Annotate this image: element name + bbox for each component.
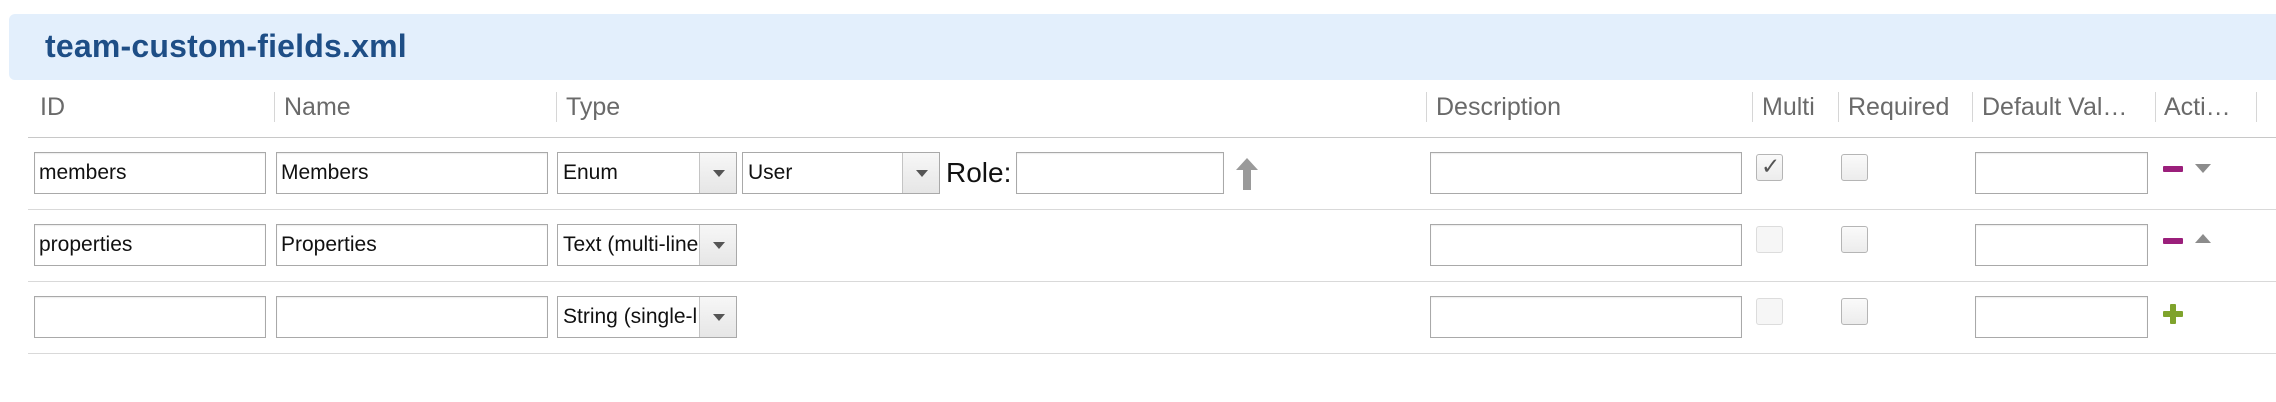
triangle-up-icon[interactable] bbox=[2195, 234, 2211, 243]
chevron-down-icon bbox=[902, 153, 939, 193]
role-input[interactable] bbox=[1016, 152, 1224, 194]
field-subtype-select[interactable]: User bbox=[742, 152, 940, 194]
chevron-down-icon bbox=[699, 153, 736, 193]
required-checkbox[interactable] bbox=[1841, 226, 1868, 253]
field-name-input[interactable]: Members bbox=[276, 152, 548, 194]
description-input[interactable] bbox=[1430, 296, 1742, 338]
field-type-value: Text (multi-line) bbox=[563, 233, 698, 256]
column-header-multi[interactable]: Multi bbox=[1762, 92, 1836, 122]
default-value-input[interactable] bbox=[1975, 224, 2148, 266]
multi-checkbox[interactable] bbox=[1756, 298, 1783, 325]
column-header-id[interactable]: ID bbox=[40, 92, 270, 122]
field-name-input[interactable]: Properties bbox=[276, 224, 548, 266]
minus-icon[interactable] bbox=[2163, 166, 2183, 172]
required-checkbox[interactable] bbox=[1841, 298, 1868, 325]
column-divider[interactable] bbox=[274, 92, 275, 122]
role-label: Role: bbox=[946, 157, 1012, 188]
description-input[interactable] bbox=[1430, 224, 1742, 266]
file-header: team-custom-fields.xml bbox=[9, 14, 2276, 80]
row-divider bbox=[28, 209, 2276, 210]
field-id-input[interactable]: members bbox=[34, 152, 266, 194]
column-header-type[interactable]: Type bbox=[566, 92, 1416, 122]
field-id-input[interactable]: properties bbox=[34, 224, 266, 266]
field-type-value: String (single-line) bbox=[563, 305, 698, 328]
column-header-default-value[interactable]: Default Val… bbox=[1982, 92, 2150, 122]
field-subtype-value: User bbox=[748, 161, 793, 184]
chevron-down-icon bbox=[699, 225, 736, 265]
checkmark-icon: ✓ bbox=[1761, 153, 1781, 179]
row-divider bbox=[28, 353, 2276, 354]
plus-icon[interactable] bbox=[2163, 304, 2183, 324]
column-divider[interactable] bbox=[556, 92, 557, 122]
column-header-description[interactable]: Description bbox=[1436, 92, 1746, 122]
column-divider[interactable] bbox=[1752, 92, 1753, 122]
column-divider[interactable] bbox=[2155, 92, 2156, 122]
minus-icon[interactable] bbox=[2163, 238, 2183, 244]
field-type-value: Enum bbox=[563, 161, 618, 184]
column-header-required[interactable]: Required bbox=[1848, 92, 1972, 122]
field-type-select[interactable]: String (single-line) bbox=[557, 296, 737, 338]
file-title: team-custom-fields.xml bbox=[45, 28, 407, 64]
column-divider[interactable] bbox=[1972, 92, 1973, 122]
column-header-name[interactable]: Name bbox=[284, 92, 554, 122]
header-divider bbox=[28, 137, 2276, 138]
field-name-input[interactable] bbox=[276, 296, 548, 338]
chevron-down-icon bbox=[699, 297, 736, 337]
default-value-input[interactable] bbox=[1975, 296, 2148, 338]
row-divider bbox=[28, 281, 2276, 282]
triangle-down-icon[interactable] bbox=[2195, 164, 2211, 173]
field-type-select[interactable]: Enum bbox=[557, 152, 737, 194]
column-header-actions[interactable]: Acti… bbox=[2164, 92, 2254, 122]
field-id-input[interactable] bbox=[34, 296, 266, 338]
description-input[interactable] bbox=[1430, 152, 1742, 194]
required-checkbox[interactable] bbox=[1841, 154, 1868, 181]
multi-checkbox[interactable]: ✓ bbox=[1756, 153, 1783, 181]
arrow-up-icon[interactable] bbox=[1234, 156, 1260, 192]
multi-checkbox[interactable] bbox=[1756, 226, 1783, 253]
column-divider[interactable] bbox=[2256, 92, 2257, 122]
column-divider[interactable] bbox=[1426, 92, 1427, 122]
field-type-select[interactable]: Text (multi-line) bbox=[557, 224, 737, 266]
default-value-input[interactable] bbox=[1975, 152, 2148, 194]
column-divider[interactable] bbox=[1838, 92, 1839, 122]
